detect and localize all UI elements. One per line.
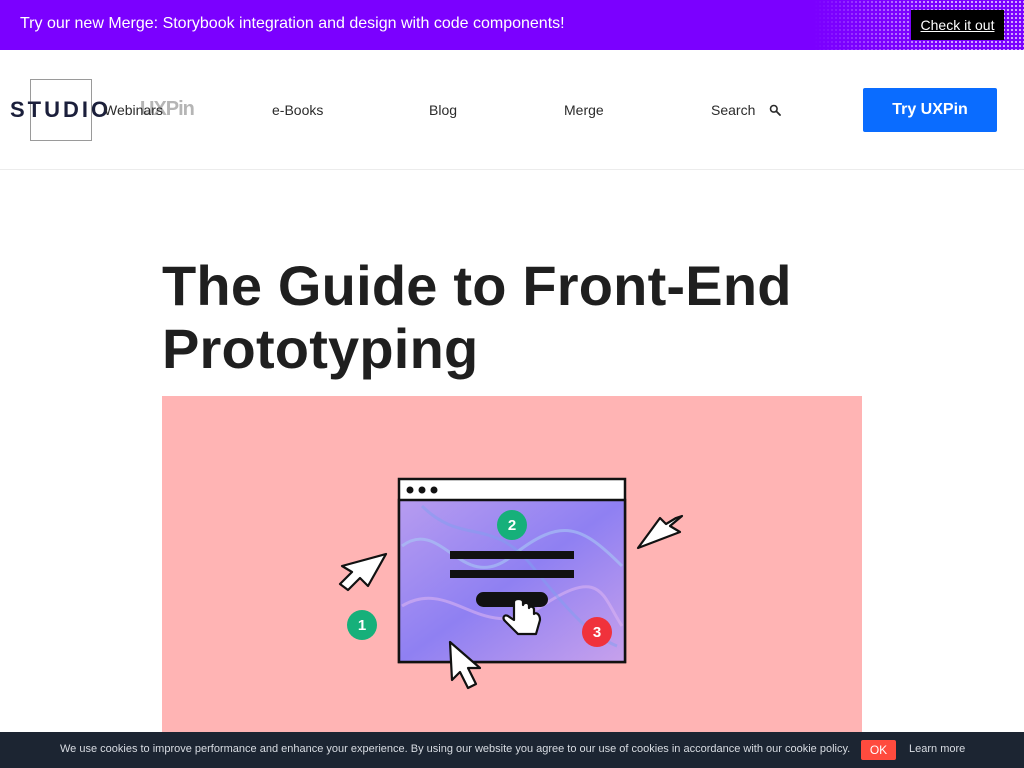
site-header: STUDIO UXPin Webinars e-Books Blog Merge… <box>0 50 1024 170</box>
svg-text:3: 3 <box>593 624 601 641</box>
page-title: The Guide to Front-End Prototyping <box>162 254 792 380</box>
cookie-ok-button[interactable]: OK <box>861 740 896 760</box>
nav-blog[interactable]: Blog <box>429 102 457 118</box>
step-badge-2: 2 <box>497 510 527 540</box>
cursor-arrow-icon-right <box>636 514 684 550</box>
svg-text:1: 1 <box>358 617 366 634</box>
hero-illustration: 1 2 3 <box>162 396 862 768</box>
nav-webinars[interactable]: Webinars <box>104 102 163 118</box>
nav-search[interactable]: Search <box>711 102 755 118</box>
cookie-learn-more-link[interactable]: Learn more <box>909 743 965 755</box>
try-uxpin-button[interactable]: Try UXPin <box>863 88 997 132</box>
promo-banner: Try our new Merge: Storybook integration… <box>0 0 1024 50</box>
hero-illustration-svg: 1 2 3 <box>338 477 684 690</box>
cursor-arrow-icon-left <box>338 552 388 592</box>
cookie-text: We use cookies to improve performance an… <box>60 743 851 755</box>
logo-studio[interactable]: STUDIO <box>10 97 111 123</box>
svg-text:2: 2 <box>508 517 516 534</box>
check-it-out-button[interactable]: Check it out <box>911 10 1004 40</box>
promo-text: Try our new Merge: Storybook integration… <box>20 15 565 32</box>
nav-merge[interactable]: Merge <box>564 102 604 118</box>
step-badge-1: 1 <box>347 610 377 640</box>
search-icon[interactable] <box>769 104 781 116</box>
nav-ebooks[interactable]: e-Books <box>272 102 323 118</box>
step-badge-3: 3 <box>582 617 612 647</box>
